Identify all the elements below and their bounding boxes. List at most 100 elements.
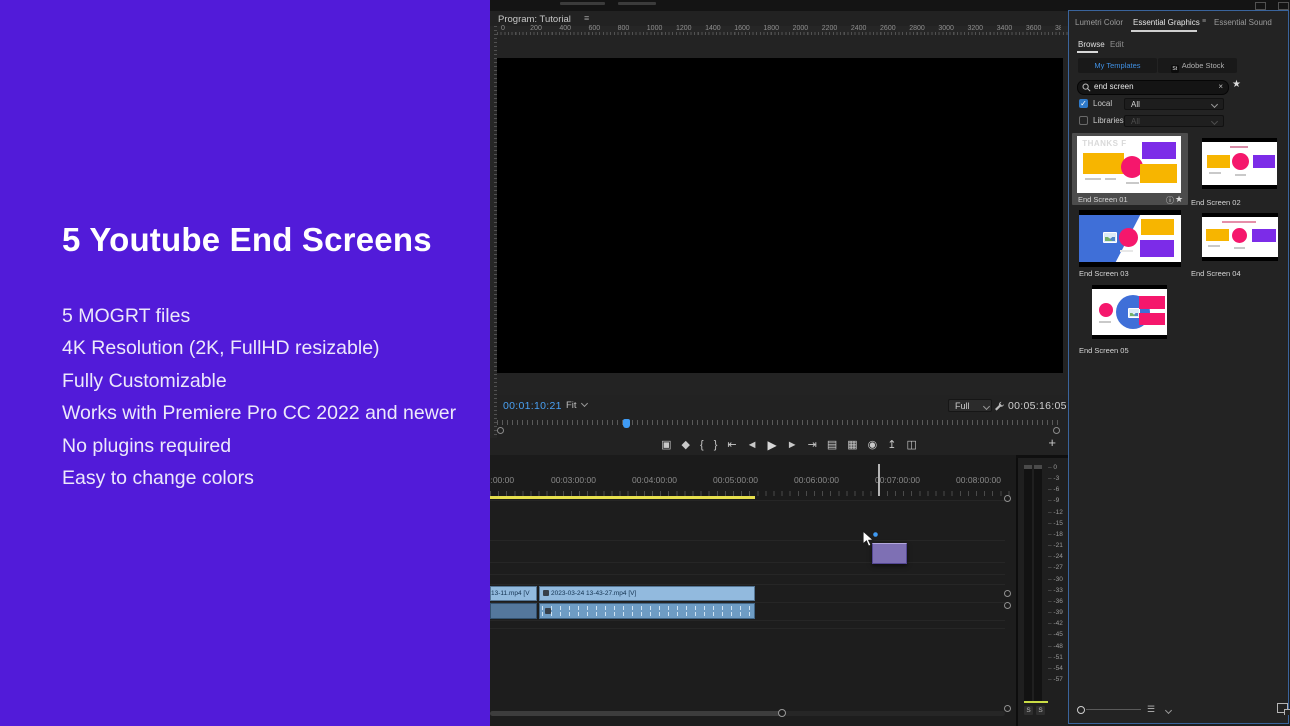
video-clip[interactable]: 13-11.mp4 [V	[490, 586, 537, 601]
ruler-label: 3400	[997, 25, 1026, 32]
thumb-shape	[1235, 174, 1246, 176]
tab-essential-graphics[interactable]: Essential Graphics	[1133, 18, 1200, 27]
window-control-icon[interactable]	[1255, 2, 1266, 10]
local-checkbox[interactable]: ✓	[1079, 99, 1088, 108]
thumb-shape	[1234, 247, 1245, 249]
tab-essential-sound[interactable]: Essential Sound	[1214, 18, 1272, 27]
step-forward-icon[interactable]: ►	[787, 435, 798, 455]
add-marker-icon[interactable]: ▣	[661, 435, 671, 455]
window-control-icon[interactable]	[1278, 2, 1289, 10]
timeline-hscroll-grip[interactable]	[778, 709, 786, 717]
local-filter-dropdown[interactable]: All	[1124, 98, 1224, 110]
template-thumbnail[interactable]	[1092, 285, 1167, 339]
adobe-stock-button[interactable]: StAdobe Stock	[1158, 58, 1237, 73]
clear-search-icon[interactable]: ×	[1218, 82, 1223, 91]
ruler-label: 3200	[968, 25, 997, 32]
thumb-shape	[1099, 303, 1113, 317]
extract-icon[interactable]: ▦	[847, 435, 857, 455]
libraries-checkbox[interactable]	[1079, 116, 1088, 125]
go-to-in-icon[interactable]: ⇤	[727, 435, 736, 455]
template-name: End Screen 02	[1191, 198, 1241, 207]
ruler-label: 1400	[705, 25, 734, 32]
db-label: -21	[1048, 540, 1063, 551]
video-clip[interactable]: 2023-03-24 13-43-27.mp4 [V]	[539, 586, 755, 601]
thumb-shape	[1206, 229, 1229, 241]
zoom-level-value: Fit	[566, 400, 577, 411]
chevron-down-icon	[1211, 101, 1218, 108]
template-search-box[interactable]: ×	[1077, 80, 1229, 95]
db-label: 0	[1048, 462, 1063, 473]
program-scrubber[interactable]	[497, 419, 1061, 431]
install-mogrt-icon[interactable]	[1277, 703, 1288, 713]
db-scale: 0-3-6-9-12-15-18-21-24-27-30-33-36-39-42…	[1048, 462, 1063, 685]
template-thumbnail[interactable]	[1079, 210, 1181, 267]
template-name: End Screen 03	[1079, 269, 1129, 278]
template-thumbnail[interactable]: THANKS F	[1077, 136, 1181, 193]
lift-icon[interactable]: ▤	[827, 435, 837, 455]
timeline-playhead[interactable]	[878, 464, 880, 496]
ruler-label: 2200	[822, 25, 851, 32]
ruler-label: 0	[501, 25, 530, 32]
libraries-filter-dropdown: All	[1124, 115, 1224, 127]
promo-feature: Easy to change colors	[62, 462, 456, 494]
template-thumbnail[interactable]	[1202, 213, 1278, 261]
solo-right-button[interactable]: S	[1036, 706, 1045, 715]
adobe-stock-icon: St	[1171, 65, 1179, 73]
panel-menu-icon[interactable]: ≡	[1202, 18, 1206, 25]
tab-lumetri-color[interactable]: Lumetri Color	[1075, 18, 1123, 27]
timecode-label: 00:07:00:00	[857, 475, 938, 485]
rendered-preview-bar	[490, 496, 755, 499]
solo-left-button[interactable]: S	[1024, 706, 1033, 715]
mark-out-icon[interactable]: }	[714, 435, 718, 455]
playhead-marker[interactable]	[623, 419, 630, 428]
marker-icon[interactable]: ◆	[682, 435, 690, 455]
track-handle-dot[interactable]	[1004, 495, 1011, 502]
timeline-ruler[interactable]: 02:00:00 00:03:00:0000:04:00:0000:05:00:…	[490, 455, 1016, 500]
star-icon[interactable]: ★	[1175, 194, 1183, 205]
settings-wrench-icon[interactable]	[994, 401, 1004, 411]
panel-menu-icon[interactable]: ≡	[584, 13, 589, 23]
step-back-icon[interactable]: ◄	[747, 435, 758, 455]
timecode-label: 00:05:00:00	[695, 475, 776, 485]
track-separator	[490, 500, 1005, 501]
go-to-out-icon[interactable]: ⇥	[808, 435, 817, 455]
export-icon[interactable]: ↥	[887, 435, 896, 455]
export-frame-icon[interactable]: ◉	[868, 435, 878, 455]
zoom-level-select[interactable]: Fit	[566, 400, 587, 411]
info-icon[interactable]: ⓘ	[1166, 195, 1174, 206]
thumbnail-size-slider-handle[interactable]	[1077, 706, 1085, 714]
thumb-shape	[1139, 296, 1165, 309]
timeline-panel: 02:00:00 00:03:00:0000:04:00:0000:05:00:…	[490, 455, 1016, 726]
comparison-view-icon[interactable]: ◫	[906, 435, 916, 455]
playback-resolution-select[interactable]: Full	[948, 399, 992, 412]
audio-clip[interactable]	[490, 603, 537, 619]
track-handle-dot[interactable]	[1004, 705, 1011, 712]
template-name: End Screen 04	[1191, 269, 1241, 278]
my-templates-button[interactable]: My Templates	[1078, 58, 1157, 73]
mark-in-icon[interactable]: {	[700, 435, 704, 455]
search-input[interactable]	[1094, 81, 1202, 92]
thumbnail-size-slider-track[interactable]	[1086, 709, 1141, 710]
button-editor-add-icon[interactable]: +	[1048, 435, 1056, 450]
current-timecode[interactable]: 00:01:10:21	[503, 400, 562, 412]
promo-overlay: 5 Youtube End Screens 5 MOGRT files4K Re…	[0, 0, 490, 726]
chevron-down-icon[interactable]	[1165, 707, 1172, 714]
track-handle-dot[interactable]	[1004, 602, 1011, 609]
timeline-hscroll-handle[interactable]	[490, 711, 782, 716]
favorites-filter-star-icon[interactable]: ★	[1232, 79, 1241, 90]
play-icon[interactable]: ▶	[767, 435, 776, 455]
ruler-label: 1200	[676, 25, 705, 32]
program-video-frame[interactable]	[497, 58, 1063, 373]
subtab-edit[interactable]: Edit	[1110, 40, 1124, 49]
audio-meter-panel: 0-3-6-9-12-15-18-21-24-27-30-33-36-39-42…	[1016, 455, 1068, 726]
track-handle-dot[interactable]	[1004, 590, 1011, 597]
subtab-browse[interactable]: Browse	[1078, 40, 1105, 49]
sort-list-icon[interactable]: ☰	[1147, 704, 1155, 715]
db-label: -9	[1048, 495, 1063, 506]
chevron-down-icon	[983, 403, 990, 410]
template-thumbnail[interactable]	[1202, 138, 1277, 189]
audio-meter-bar	[1024, 465, 1032, 701]
thumb-shape	[1099, 321, 1111, 323]
program-controls-row: 00:01:10:21 Fit Full 00:05:16:05	[490, 397, 1068, 415]
audio-clip[interactable]	[539, 603, 755, 619]
